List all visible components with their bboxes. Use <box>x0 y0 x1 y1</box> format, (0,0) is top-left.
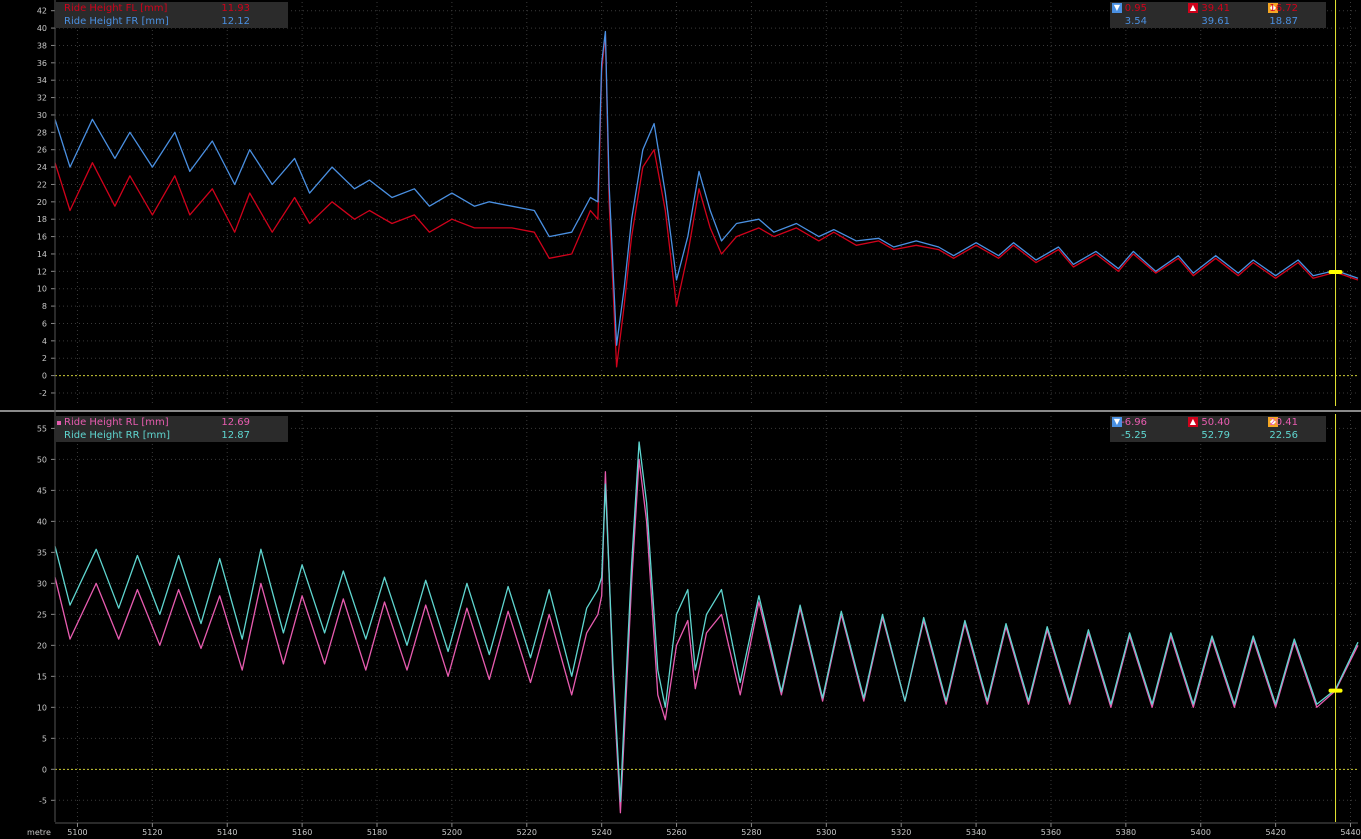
x-tick-label: 5300 <box>816 828 836 837</box>
y-tick-label: 5 <box>42 734 47 743</box>
y-tick-label: 38 <box>37 41 47 50</box>
y-tick-label: 36 <box>37 59 47 68</box>
min-rr: -5.25 <box>1121 430 1147 441</box>
y-tick-label: 30 <box>37 111 47 120</box>
cursor-marker[interactable] <box>1328 269 1343 274</box>
max-rr: 52.79 <box>1201 430 1230 441</box>
y-tick-label: 15 <box>37 672 47 681</box>
rear-legend: Ride Height RL [mm] 12.69 Ride Height RR… <box>55 416 288 442</box>
y-tick-label: 14 <box>37 250 47 259</box>
y-tick-label: 22 <box>37 180 47 189</box>
y-tick-label: 18 <box>37 215 47 224</box>
y-tick-label: 45 <box>37 486 47 495</box>
min-fl: 0.95 <box>1124 3 1147 14</box>
y-tick-label: 10 <box>37 703 47 712</box>
front-stats: ▼ ▲ ◆ 0.95 39.41 16.72 3.54 39.61 18.87 <box>1110 2 1326 28</box>
y-tick-label: 2 <box>42 354 47 363</box>
x-axis-label: metre <box>27 828 51 837</box>
x-tick-label: 5240 <box>591 828 611 837</box>
max-fl: 39.41 <box>1201 3 1230 14</box>
y-tick-label: 26 <box>37 146 47 155</box>
front-legend: Ride Height FL [mm] 11.93 Ride Height FR… <box>55 2 288 28</box>
x-tick-label: 5340 <box>966 828 986 837</box>
y-tick-label: 40 <box>37 517 47 526</box>
x-tick-label: 5280 <box>741 828 761 837</box>
y-tick-label: 0 <box>42 372 47 381</box>
y-tick-label: 32 <box>37 94 47 103</box>
rear-stats: ▼ ▲ ◆ -6.96 50.40 20.41 -5.25 52.79 22.5… <box>1110 416 1326 442</box>
y-tick-label: 34 <box>37 76 47 85</box>
x-tick-label: 5100 <box>67 828 87 837</box>
x-tick-label: 5180 <box>367 828 387 837</box>
avg-fr: 18.87 <box>1269 16 1298 27</box>
stats-row-rr: -5.25 52.79 22.56 <box>1110 429 1326 442</box>
stats-row-fl: 0.95 39.41 16.72 <box>1110 2 1326 15</box>
x-tick-label: 5200 <box>442 828 462 837</box>
y-tick-label: 30 <box>37 579 47 588</box>
y-tick-label: -5 <box>39 796 47 805</box>
y-tick-label: 8 <box>42 302 47 311</box>
legend-label-fl: Ride Height FL [mm] <box>64 3 168 14</box>
cursor-value-rl: 12.69 <box>221 417 250 428</box>
y-tick-label: 40 <box>37 24 47 33</box>
y-tick-label: 20 <box>37 641 47 650</box>
stats-row-fr: 3.54 39.61 18.87 <box>1110 15 1326 28</box>
y-tick-label: 6 <box>42 319 47 328</box>
legend-row-rl[interactable]: Ride Height RL [mm] 12.69 <box>55 416 288 429</box>
max-rl: 50.40 <box>1201 417 1230 428</box>
y-tick-label: 24 <box>37 163 47 172</box>
x-tick-label: 5160 <box>292 828 312 837</box>
x-tick-label: 5320 <box>891 828 911 837</box>
y-tick-label: -2 <box>39 389 47 398</box>
x-tick-label: 5140 <box>217 828 237 837</box>
max-fr: 39.61 <box>1201 16 1230 27</box>
y-tick-label: 4 <box>42 337 47 346</box>
x-tick-label: 5120 <box>142 828 162 837</box>
y-tick-label: 42 <box>37 7 47 16</box>
legend-row-fr[interactable]: Ride Height FR [mm] 12.12 <box>55 15 288 28</box>
x-tick-label: 5260 <box>666 828 686 837</box>
min-rl: -6.96 <box>1121 417 1147 428</box>
y-tick-label: 10 <box>37 285 47 294</box>
x-tick-label: 5220 <box>517 828 537 837</box>
avg-fl: 16.72 <box>1269 3 1298 14</box>
selected-series-marker <box>57 421 61 425</box>
y-tick-label: 35 <box>37 548 47 557</box>
x-tick-label: 5360 <box>1041 828 1061 837</box>
stats-row-rl: -6.96 50.40 20.41 <box>1110 416 1326 429</box>
legend-row-rr[interactable]: Ride Height RR [mm] 12.87 <box>55 429 288 442</box>
x-tick-label: 5400 <box>1191 828 1211 837</box>
y-tick-label: 16 <box>37 233 47 242</box>
legend-label-fr: Ride Height FR [mm] <box>64 16 169 27</box>
cursor-value-fl: 11.93 <box>221 3 250 14</box>
legend-label-rl: Ride Height RL [mm] <box>64 417 169 428</box>
y-tick-label: 12 <box>37 267 47 276</box>
cursor-value-rr: 12.87 <box>221 430 250 441</box>
avg-rl: 20.41 <box>1269 417 1298 428</box>
cursor-value-fr: 12.12 <box>221 16 250 27</box>
x-tick-label: 5420 <box>1265 828 1285 837</box>
x-tick-label: 5440 <box>1340 828 1360 837</box>
y-tick-label: 50 <box>37 455 47 464</box>
cursor-marker[interactable] <box>1328 688 1343 693</box>
y-tick-label: 28 <box>37 128 47 137</box>
y-tick-label: 25 <box>37 610 47 619</box>
y-tick-label: 0 <box>42 765 47 774</box>
x-tick-label: 5380 <box>1116 828 1136 837</box>
y-tick-label: 20 <box>37 198 47 207</box>
legend-label-rr: Ride Height RR [mm] <box>64 430 171 441</box>
avg-rr: 22.56 <box>1269 430 1298 441</box>
y-tick-label: 55 <box>37 424 47 433</box>
min-fr: 3.54 <box>1124 16 1147 27</box>
legend-row-fl[interactable]: Ride Height FL [mm] 11.93 <box>55 2 288 15</box>
